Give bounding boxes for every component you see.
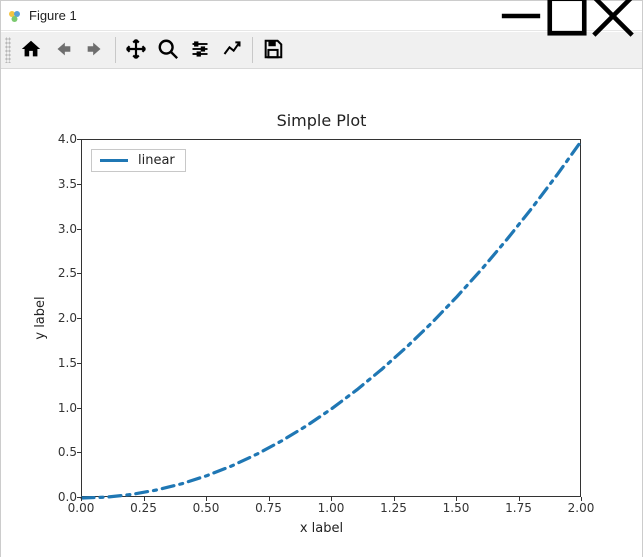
- edit-axes-button[interactable]: [217, 35, 247, 65]
- pan-button[interactable]: [121, 35, 151, 65]
- x-axis-label: x label: [1, 521, 642, 536]
- x-tick: [519, 497, 520, 501]
- x-tick-label: 1.25: [380, 501, 407, 515]
- x-tick: [581, 497, 582, 501]
- chart-title: Simple Plot: [1, 111, 642, 130]
- back-button[interactable]: [48, 35, 78, 65]
- arrow-left-icon: [52, 38, 74, 63]
- x-tick: [206, 497, 207, 501]
- y-tick-label: 3.5: [27, 177, 77, 191]
- x-tick-label: 1.50: [443, 501, 470, 515]
- y-tick: [77, 363, 81, 364]
- y-tick-label: 4.0: [27, 132, 77, 146]
- home-icon: [20, 38, 42, 63]
- x-tick: [331, 497, 332, 501]
- y-tick: [77, 273, 81, 274]
- y-tick: [77, 184, 81, 185]
- save-icon: [262, 38, 284, 63]
- home-button[interactable]: [16, 35, 46, 65]
- legend-swatch: [100, 159, 128, 162]
- x-tick-label: 1.00: [318, 501, 345, 515]
- x-tick: [269, 497, 270, 501]
- y-tick: [77, 318, 81, 319]
- plot-area: [81, 139, 581, 497]
- arrow-right-icon: [84, 38, 106, 63]
- maximize-button[interactable]: [544, 2, 590, 30]
- legend-label: linear: [138, 153, 175, 168]
- x-tick-label: 0.75: [255, 501, 282, 515]
- sliders-icon: [190, 39, 210, 62]
- zoom-button[interactable]: [153, 35, 183, 65]
- y-tick: [77, 139, 81, 140]
- window-titlebar: Figure 1: [1, 1, 642, 31]
- y-tick: [77, 229, 81, 230]
- figure-canvas[interactable]: Simple Plot linear 0.00.51.01.52.02.53.0…: [1, 69, 642, 558]
- legend: linear: [91, 149, 186, 172]
- y-tick-label: 1.0: [27, 401, 77, 415]
- toolbar-separator: [252, 37, 253, 63]
- y-tick-label: 2.5: [27, 266, 77, 280]
- y-tick-label: 1.5: [27, 356, 77, 370]
- move-icon: [125, 38, 147, 63]
- window-title: Figure 1: [29, 8, 77, 23]
- x-tick-label: 1.75: [505, 501, 532, 515]
- x-tick-label: 0.00: [68, 501, 95, 515]
- y-tick: [77, 408, 81, 409]
- toolbar-grip: [5, 37, 11, 63]
- x-tick-label: 0.50: [193, 501, 220, 515]
- x-tick: [456, 497, 457, 501]
- x-tick-label: 2.00: [568, 501, 595, 515]
- y-tick-label: 3.0: [27, 222, 77, 236]
- x-tick-label: 0.25: [130, 501, 157, 515]
- y-tick: [77, 452, 81, 453]
- x-tick: [144, 497, 145, 501]
- x-tick: [394, 497, 395, 501]
- save-button[interactable]: [258, 35, 288, 65]
- app-icon: [7, 8, 23, 24]
- chart-line-icon: [222, 39, 242, 62]
- toolbar-separator: [115, 37, 116, 63]
- x-tick: [81, 497, 82, 501]
- forward-button[interactable]: [80, 35, 110, 65]
- y-axis-label: y label: [33, 296, 48, 339]
- zoom-icon: [157, 38, 179, 63]
- chart-line-series: [82, 140, 582, 498]
- y-tick-label: 0.5: [27, 445, 77, 459]
- close-button[interactable]: [590, 2, 636, 30]
- minimize-button[interactable]: [498, 2, 544, 30]
- configure-subplots-button[interactable]: [185, 35, 215, 65]
